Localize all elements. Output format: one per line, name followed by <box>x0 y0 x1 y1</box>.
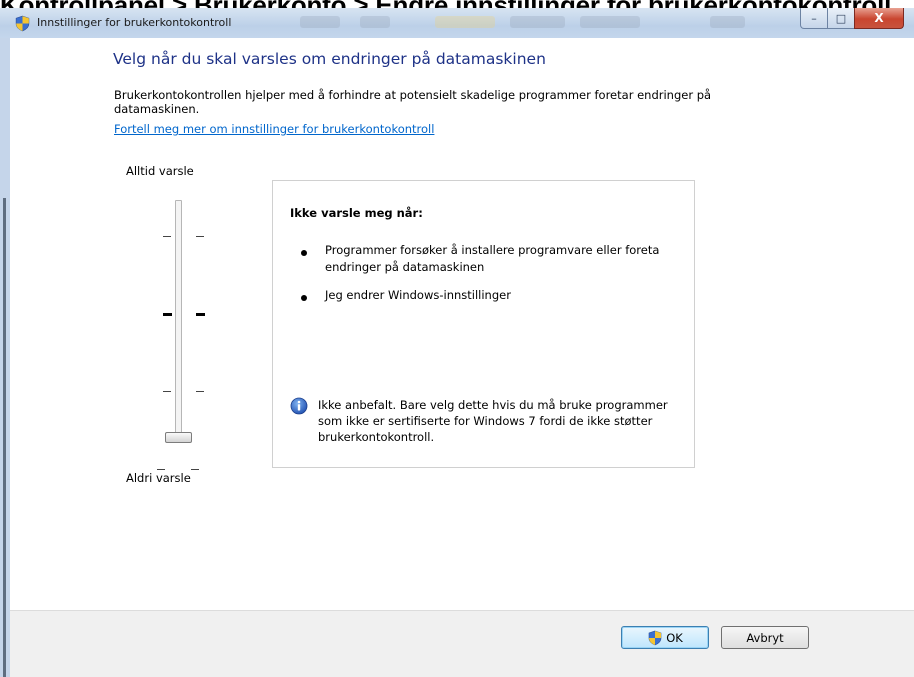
info-panel-title: Ikke varsle meg når: <box>290 206 423 220</box>
title-bar[interactable]: Innstillinger for brukerkontokontroll – … <box>0 8 914 38</box>
slider-tick <box>196 236 204 237</box>
maximize-button[interactable]: □ <box>827 8 855 29</box>
minimize-button[interactable]: – <box>800 8 828 29</box>
description-text: Brukerkontokontrollen hjelper med å forh… <box>114 88 712 116</box>
slider-top-label: Alltid varsle <box>126 164 194 178</box>
learn-more-link[interactable]: Fortell meg mer om innstillinger for bru… <box>114 122 434 136</box>
main-heading: Velg når du skal varsles om endringer på… <box>113 50 546 68</box>
background-blur <box>300 12 770 32</box>
minimize-icon: – <box>811 11 817 25</box>
slider-bottom-label: Aldri varsle <box>126 471 191 485</box>
slider-tick <box>163 236 171 237</box>
warning-note: Ikke anbefalt. Bare velg dette hvis du m… <box>318 398 668 444</box>
bullet-dot <box>301 295 307 301</box>
close-icon: X <box>874 11 884 25</box>
slider-tick <box>163 313 172 316</box>
cancel-button-label: Avbryt <box>746 630 784 645</box>
cancel-button[interactable]: Avbryt <box>721 626 809 649</box>
ok-button-label: OK <box>666 630 683 645</box>
close-button[interactable]: X <box>854 8 904 29</box>
maximize-icon: □ <box>835 11 847 25</box>
slider-tick <box>191 469 199 470</box>
window-left-border <box>0 38 10 677</box>
slider-thumb[interactable] <box>165 432 192 443</box>
slider-tick <box>196 391 204 392</box>
notification-slider-track[interactable] <box>175 200 182 442</box>
slider-tick <box>196 313 205 316</box>
info-bullet-1: Programmer forsøker å installere program… <box>325 243 660 274</box>
info-icon <box>290 397 308 415</box>
info-bullet-2: Jeg endrer Windows-innstillinger <box>325 288 511 302</box>
window-title: Innstillinger for brukerkontokontroll <box>37 16 232 29</box>
uac-settings-window: Innstillinger for brukerkontokontroll – … <box>0 8 914 677</box>
bullet-dot <box>301 250 307 256</box>
slider-tick <box>163 391 171 392</box>
slider-tick <box>157 469 165 470</box>
uac-shield-icon <box>15 15 30 32</box>
uac-shield-icon <box>648 630 662 645</box>
ok-button[interactable]: OK <box>621 626 709 649</box>
